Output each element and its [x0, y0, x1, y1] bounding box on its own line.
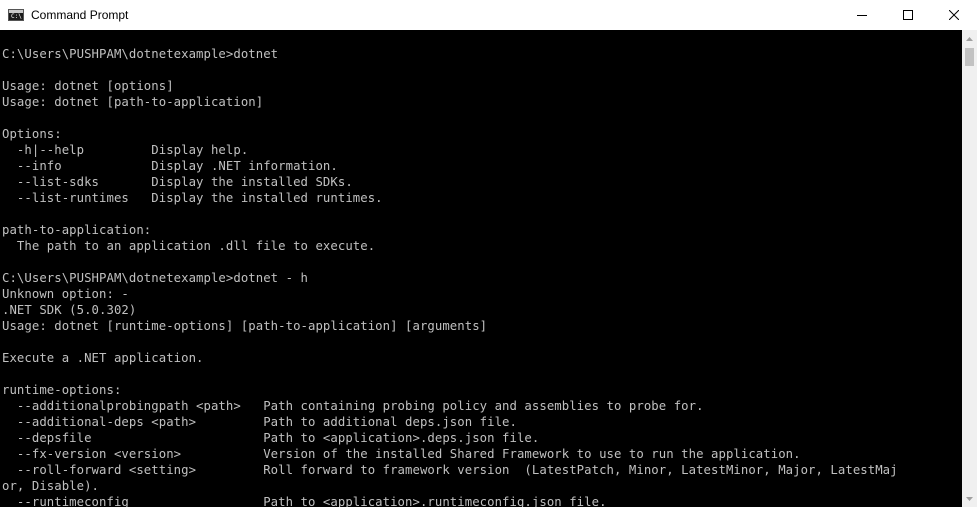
minimize-icon	[857, 15, 867, 16]
console-line: Usage: dotnet [options]	[2, 79, 174, 93]
console-output[interactable]: C:\Users\PUSHPAM\dotnetexample>dotnet Usa…	[0, 30, 962, 507]
scroll-up-button[interactable]	[962, 30, 977, 47]
minimize-button[interactable]	[839, 0, 885, 30]
console-line: or, Disable).	[2, 479, 100, 493]
app-icon-glyph: C:\	[11, 13, 22, 20]
console-line: --fx-version <version> Version of the in…	[2, 447, 801, 461]
console-line: Unknown option: -	[2, 287, 129, 301]
console-line: runtime-options:	[2, 383, 122, 397]
console-line: -h|--help Display help.	[2, 143, 249, 157]
console-line: C:\Users\PUSHPAM\dotnetexample>dotnet	[2, 47, 279, 61]
console-line: --roll-forward <setting> Roll forward to…	[2, 463, 898, 477]
scroll-down-arrow-icon	[966, 496, 973, 501]
close-icon	[949, 10, 959, 20]
scroll-down-button[interactable]	[962, 490, 977, 507]
console-line: C:\Users\PUSHPAM\dotnetexample>dotnet - …	[2, 271, 308, 285]
maximize-button[interactable]	[885, 0, 931, 30]
console-line: Options:	[2, 127, 62, 141]
window-title: Command Prompt	[31, 8, 129, 22]
command-prompt-app-icon[interactable]: C:\	[8, 9, 24, 21]
console-line: Execute a .NET application.	[2, 351, 204, 365]
console-line: Usage: dotnet [runtime-options] [path-to…	[2, 319, 488, 333]
command-prompt-window: C:\ Command Prompt C:\Users\PUSHPAM\dotn…	[0, 0, 977, 507]
console-line: The path to an application .dll file to …	[2, 239, 376, 253]
title-bar[interactable]: C:\ Command Prompt	[0, 0, 977, 30]
console-line: --depsfile Path to <application>.deps.js…	[2, 431, 540, 445]
scroll-thumb[interactable]	[965, 48, 974, 66]
console-line: --additionalprobingpath <path> Path cont…	[2, 399, 704, 413]
vertical-scrollbar[interactable]	[962, 30, 977, 507]
scroll-up-arrow-icon	[966, 36, 973, 41]
console-line: --additional-deps <path> Path to additio…	[2, 415, 517, 429]
console-line: .NET SDK (5.0.302)	[2, 303, 137, 317]
console-line: --info Display .NET information.	[2, 159, 338, 173]
console-line: path-to-application:	[2, 223, 152, 237]
console-line: --runtimeconfig Path to <application>.ru…	[2, 495, 607, 507]
close-button[interactable]	[931, 0, 977, 30]
console-line: --list-runtimes Display the installed ru…	[2, 191, 383, 205]
console-line: --list-sdks Display the installed SDKs.	[2, 175, 353, 189]
console-line: Usage: dotnet [path-to-application]	[2, 95, 264, 109]
maximize-icon	[903, 10, 913, 20]
